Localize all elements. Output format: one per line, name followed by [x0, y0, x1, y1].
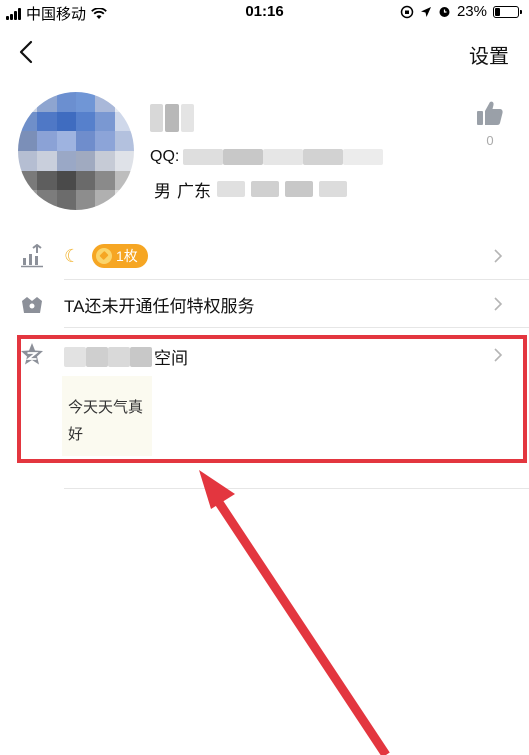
status-bar: 中国移动 01:16 23% — [0, 0, 529, 24]
location: 广东 — [177, 181, 211, 201]
like-button[interactable]: 0 — [475, 100, 505, 148]
level-row[interactable]: ☾ 1枚 — [0, 232, 529, 280]
level-up-icon — [21, 244, 43, 268]
back-button[interactable] — [14, 38, 42, 66]
thumbs-up-icon — [477, 101, 503, 125]
chevron-right-icon — [494, 249, 503, 263]
qq-number: QQ: — [150, 147, 384, 167]
space-title-suffix: 空间 — [154, 349, 188, 368]
settings-button[interactable]: 设置 — [469, 40, 509, 69]
location-icon — [420, 6, 431, 17]
divider — [64, 327, 529, 328]
star-icon — [21, 343, 43, 365]
level-badge-text: 1枚 — [116, 248, 138, 264]
privilege-row[interactable]: TA还未开通任何特权服务 — [0, 280, 529, 328]
like-count: 0 — [486, 133, 494, 148]
status-icons: 23% — [400, 3, 522, 20]
post-line-2: 好 — [68, 426, 84, 443]
chevron-right-icon — [494, 297, 503, 311]
rotation-lock-icon — [400, 5, 414, 18]
avatar[interactable] — [18, 92, 134, 210]
crown-icon — [22, 297, 42, 313]
moon-icon: ☾ — [64, 245, 81, 266]
privilege-label: TA还未开通任何特权服务 — [64, 296, 255, 316]
chevron-right-icon — [494, 348, 503, 362]
qq-label: QQ: — [150, 148, 180, 165]
space-post-preview[interactable]: 今天天气真 好 — [62, 376, 152, 456]
medal-icon — [96, 248, 112, 264]
battery-percent: 23% — [456, 3, 487, 20]
battery-icon — [493, 5, 522, 18]
profile-info: 男 广东 — [154, 178, 347, 201]
alarm-icon — [439, 7, 450, 17]
gender: 男 — [154, 181, 171, 201]
post-line-1: 今天天气真 — [68, 399, 144, 416]
nickname-redacted — [150, 104, 194, 132]
level-badge: 1枚 — [92, 244, 148, 268]
divider — [64, 488, 529, 489]
space-title: 空间 — [64, 344, 188, 369]
chevron-left-icon — [19, 40, 33, 64]
